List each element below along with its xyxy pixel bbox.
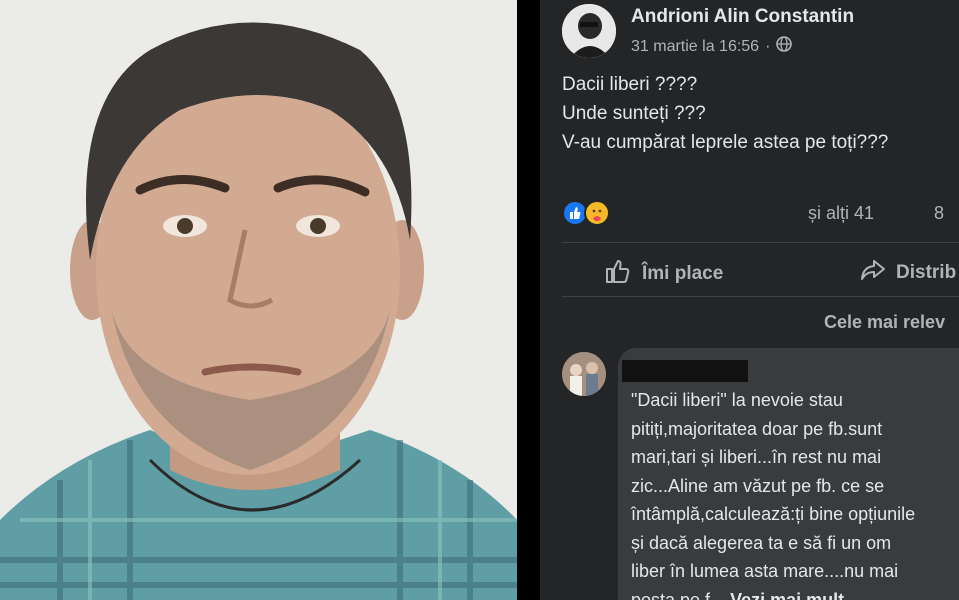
- post-meta: 31 martie la 16:56 ·: [631, 36, 793, 57]
- author-avatar[interactable]: [562, 4, 616, 58]
- care-reaction-icon: [584, 200, 610, 226]
- commenter-avatar-image: [562, 352, 606, 396]
- portrait-illustration: [0, 0, 517, 600]
- share-arrow-icon: [860, 258, 886, 288]
- divider: [562, 242, 959, 243]
- post-text-line: Unde sunteți ???: [562, 103, 706, 124]
- comment-count[interactable]: 8: [934, 203, 944, 224]
- comment-text-line: posta pe f... Vezi mai mult: [631, 586, 915, 600]
- facebook-post-panel: Andrioni Alin Constantin 31 martie la 16…: [540, 0, 959, 600]
- like-button[interactable]: Îmi place: [604, 258, 723, 290]
- comment-text-line: mari,tari și liberi...în rest nu mai: [631, 447, 882, 467]
- comment-text-line: pitiți,majoritatea doar pe fb.sunt: [631, 418, 883, 439]
- reaction-count[interactable]: și alți 41: [808, 203, 874, 224]
- comment-text-line: întâmplă,calculează:ți bine opțiunile: [631, 504, 916, 524]
- comment-text-line: și dacă alegerea ta e să fi un om: [631, 532, 892, 553]
- post-author-name[interactable]: Andrioni Alin Constantin: [631, 6, 854, 28]
- commenter-avatar[interactable]: [562, 352, 606, 396]
- post-timestamp[interactable]: 31 martie la 16:56: [631, 38, 759, 56]
- globe-icon: [776, 36, 793, 57]
- reaction-icons[interactable]: [562, 200, 622, 226]
- comment-text-truncated: posta pe f...: [631, 589, 726, 600]
- image-divider: [517, 0, 540, 600]
- divider: [562, 296, 959, 297]
- see-more-link[interactable]: Vezi mai mult: [730, 590, 844, 600]
- comment-sort-dropdown[interactable]: Cele mai relev: [824, 312, 945, 333]
- post-text-line: Dacii liberi ????: [562, 74, 698, 95]
- comment-text-line: liber în lumea asta mare....nu mai: [631, 561, 899, 581]
- share-button[interactable]: Distrib: [860, 258, 956, 288]
- like-button-label: Îmi place: [642, 263, 724, 284]
- meta-separator: ·: [765, 37, 771, 55]
- post-text: Dacii liberi ???? Unde sunteți ??? V-au …: [562, 70, 888, 157]
- comment-text: "Dacii liberi" la nevoie stau pitiți,maj…: [631, 386, 915, 600]
- comment-text-line: "Dacii liberi" la nevoie stau: [631, 390, 843, 410]
- portrait-photo: [0, 0, 517, 600]
- redacted-commenter-name: [622, 360, 748, 382]
- post-text-line: V-au cumpărat leprele astea pe toți???: [562, 132, 889, 153]
- share-button-label: Distrib: [896, 262, 957, 283]
- comment-bubble: "Dacii liberi" la nevoie stau pitiți,maj…: [618, 348, 959, 600]
- comment-text-line: zic...Aline am văzut pe fb. ce se: [631, 475, 885, 496]
- avatar-image: [562, 4, 616, 58]
- thumbs-up-icon: [604, 258, 632, 290]
